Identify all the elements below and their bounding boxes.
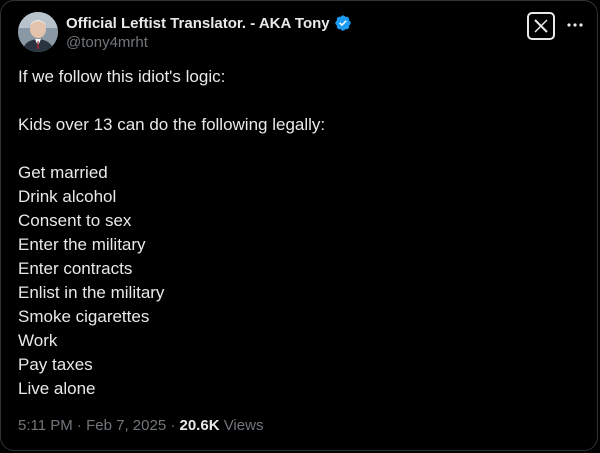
more-icon[interactable] (564, 14, 586, 36)
list-item: Pay taxes (18, 355, 93, 374)
list-item: Consent to sex (18, 211, 132, 230)
avatar[interactable] (18, 12, 58, 52)
meta-separator: · (166, 417, 180, 434)
list-item: Work (18, 331, 58, 350)
x-logo-icon[interactable] (527, 12, 555, 40)
tweet-time[interactable]: 5:11 PM (18, 417, 73, 434)
tweet-text: If we follow this idiot's logic: Kids ov… (18, 65, 578, 401)
tweet-lead: Kids over 13 can do the following legall… (18, 115, 326, 134)
meta-separator: · (72, 417, 87, 434)
tweet-meta: 5:11 PM · Feb 7, 2025 · 20.6K Views (18, 417, 263, 434)
list-item: Get married (18, 163, 108, 182)
tweet-card: Official Leftist Translator. - AKA Tony … (0, 0, 598, 451)
author-name-row: Official Leftist Translator. - AKA Tony (66, 13, 352, 33)
views-count: 20.6K (179, 417, 220, 434)
list-item: Smoke cigarettes (18, 307, 150, 326)
list-item: Enter contracts (18, 259, 133, 278)
views-label: Views (219, 417, 264, 434)
avatar-image (18, 12, 58, 52)
paragraph-break (18, 89, 578, 113)
tweet-date[interactable]: Feb 7, 2025 (86, 417, 166, 434)
author-handle[interactable]: @tony4mrht (66, 34, 148, 51)
author-display-name[interactable]: Official Leftist Translator. - AKA Tony (66, 15, 330, 32)
list-item: Enlist in the military (18, 283, 165, 302)
tweet-intro: If we follow this idiot's logic: (18, 67, 226, 86)
paragraph-break (18, 137, 578, 161)
list-item: Live alone (18, 379, 96, 398)
verified-badge-icon (334, 14, 352, 32)
list-item: Drink alcohol (18, 187, 117, 206)
list-item: Enter the military (18, 235, 146, 254)
